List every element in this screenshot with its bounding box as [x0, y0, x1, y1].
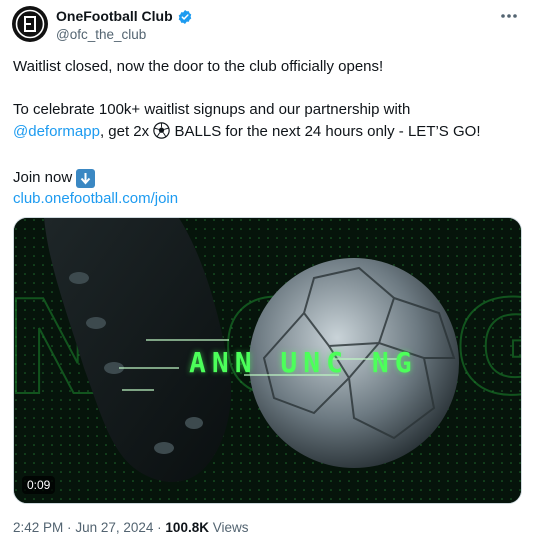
tweet-line-2: To celebrate 100k+ waitlist signups and … [13, 101, 411, 118]
account-handle[interactable]: @ofc_the_club [56, 27, 146, 43]
svg-text:G: G [454, 272, 522, 424]
down-arrow-icon [76, 168, 96, 188]
soccer-ball-icon [153, 121, 171, 146]
tweet-date[interactable]: Jun 27, 2024 [75, 520, 153, 535]
tweet-line-3-mid: , get 2x [99, 122, 150, 140]
views-label: Views [212, 520, 249, 535]
tweet-text: Waitlist closed, now the door to the clu… [13, 56, 523, 210]
avatar[interactable] [12, 6, 48, 42]
tweet-meta: 2:42 PM · Jun 27, 2024 · 100.8K Views [13, 520, 249, 536]
video-overlay-text: ANN UNC NG [189, 346, 418, 379]
account-name-row: OneFootball Club [56, 8, 193, 25]
video-player[interactable]: NNO G ANN UNC NG 0:09 [13, 217, 522, 504]
tweet-time[interactable]: 2:42 PM [13, 520, 63, 535]
tweet-join-line: Join now [13, 167, 523, 189]
account-name[interactable]: OneFootball Club [56, 8, 173, 25]
more-horizontal-icon[interactable] [498, 6, 520, 26]
mention-link[interactable]: @deformapp [13, 123, 100, 140]
tweet-line-3: @deformapp, get 2x BALLS for the next 24… [13, 121, 523, 146]
verified-badge-icon [177, 9, 193, 25]
tweet-line-3-end: BALLS for the next 24 hours only - LET’S… [174, 122, 481, 140]
meta-separator: · [67, 520, 72, 535]
tweet-line-1: Waitlist closed, now the door to the clu… [13, 58, 384, 75]
ofc-monogram-icon [15, 9, 45, 39]
join-link[interactable]: club.onefootball.com/join [13, 190, 178, 207]
join-now-text: Join now [13, 168, 73, 186]
views-count: 100.8K [165, 520, 209, 535]
meta-separator: · [157, 520, 162, 535]
video-duration-badge: 0:09 [22, 476, 56, 494]
